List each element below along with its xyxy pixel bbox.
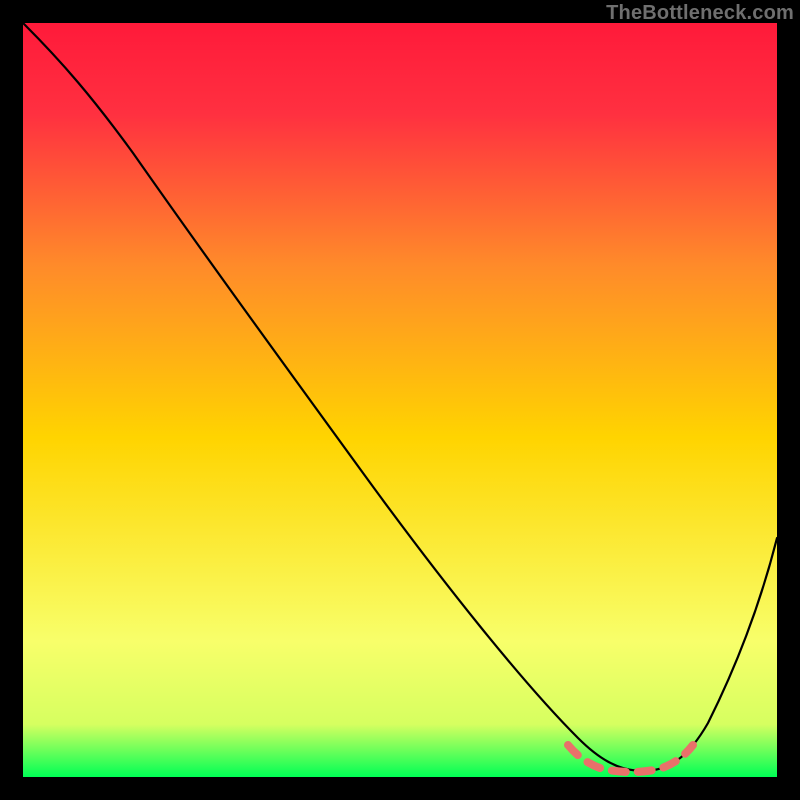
chart-svg xyxy=(23,23,777,777)
gradient-background xyxy=(23,23,777,777)
chart-container: TheBottleneck.com xyxy=(0,0,800,800)
plot-area xyxy=(23,23,777,777)
watermark-label: TheBottleneck.com xyxy=(606,2,794,25)
